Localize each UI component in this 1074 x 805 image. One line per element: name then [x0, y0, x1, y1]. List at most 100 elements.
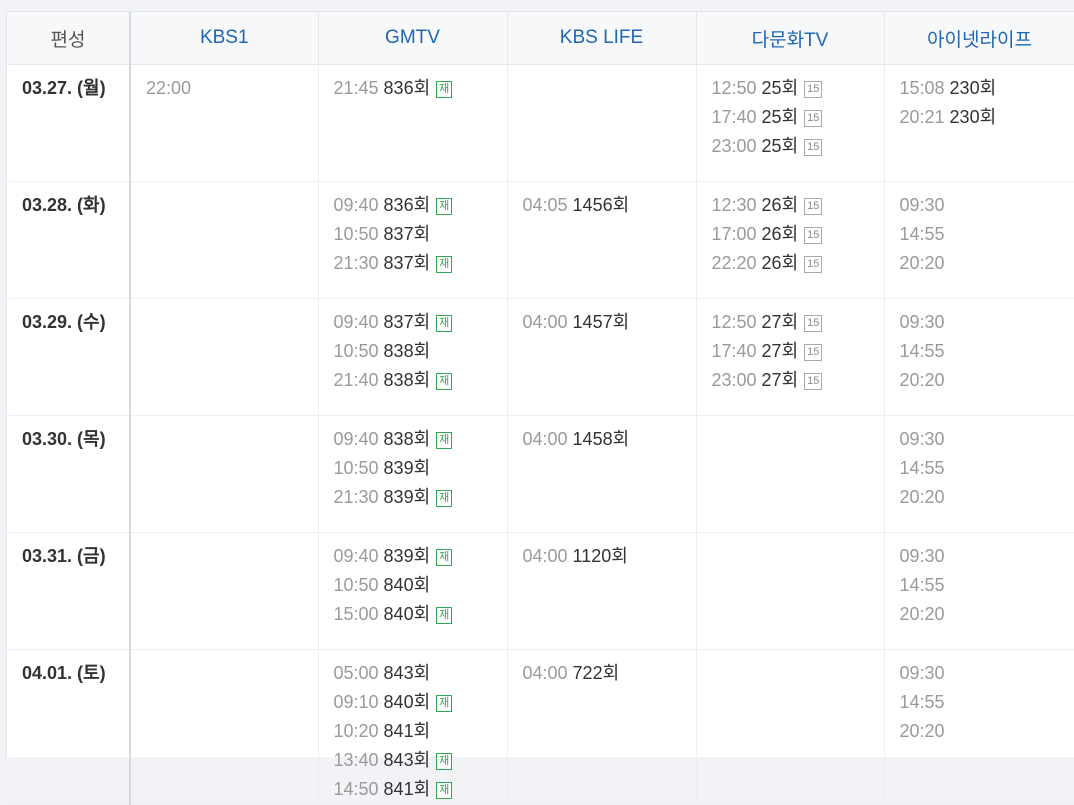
airing-entry[interactable]: 09:30: [900, 542, 1074, 571]
airing-entry[interactable]: 23:0025회15: [712, 132, 884, 161]
airing-entry[interactable]: 20:21230회: [900, 103, 1074, 132]
airing-entry[interactable]: 12:3026회15: [712, 191, 884, 220]
episode-number: 840회: [384, 692, 431, 712]
episode-number: 840회: [384, 604, 431, 624]
airing-entry[interactable]: 09:40837회재: [334, 308, 507, 337]
air-time: 14:50: [334, 779, 379, 799]
age-rating-badge: 15: [804, 256, 822, 273]
airing-entry[interactable]: 15:00840회재: [334, 600, 507, 629]
table-row: 03.27. (월) 22:00 21:45836회재 12:5025회1517:40…: [7, 65, 1074, 182]
airing-entry[interactable]: 10:50839회: [334, 454, 507, 483]
channel-header-kbs1[interactable]: KBS1: [130, 12, 318, 65]
schedule-cell: 09:30 14:55 20:20: [884, 650, 1074, 805]
airing-entry[interactable]: 22:00: [146, 74, 318, 103]
air-time: 09:10: [334, 692, 379, 712]
air-time: 12:30: [712, 195, 757, 215]
airing-entry[interactable]: 10:20841회: [334, 717, 507, 746]
airing-entry[interactable]: 09:30: [900, 425, 1074, 454]
airing-entry[interactable]: 09:40838회재: [334, 425, 507, 454]
airing-entry[interactable]: 04:001120회: [523, 542, 696, 571]
airing-entry[interactable]: 21:40838회 재: [334, 366, 507, 395]
channel-header-gmtv[interactable]: GMTV: [318, 12, 507, 65]
table-row: 03.30. (목)09:40838회재10:50839회21:30839회재0…: [7, 416, 1074, 533]
airing-entry[interactable]: 12:5027회15: [712, 308, 884, 337]
airing-entry[interactable]: 14:55: [900, 337, 1074, 366]
channel-header-multicultural-tv[interactable]: 다문화TV: [696, 12, 884, 65]
airing-entry[interactable]: 14:55: [900, 571, 1074, 600]
airing-entry[interactable]: 04:001458회: [523, 425, 696, 454]
airing-entry[interactable]: 09:30: [900, 191, 1074, 220]
airing-entry[interactable]: 09:30: [900, 659, 1074, 688]
airing-entry[interactable]: 20:20: [900, 483, 1074, 512]
schedule-cell: 04:001457회: [507, 299, 696, 416]
airing-entry[interactable]: 22:2026회15: [712, 249, 884, 278]
airing-entry[interactable]: 05:00843회: [334, 659, 507, 688]
episode-number: 839회: [384, 546, 431, 566]
airing-entry[interactable]: 20:20: [900, 600, 1074, 629]
schedule-cell: 12:3026회1517:0026회1522:2026회15: [696, 182, 884, 299]
airing-entry[interactable]: 14:55: [900, 454, 1074, 483]
airing-entry[interactable]: 04:051456회: [523, 191, 696, 220]
airing-entry[interactable]: 14:55: [900, 220, 1074, 249]
airing-entry[interactable]: 04:001457회: [523, 308, 696, 337]
episode-number: 722회: [573, 663, 620, 683]
table-row: 03.28. (화)09:40836회재10:50837회21:30837회재0…: [7, 182, 1074, 299]
rerun-badge: 재: [436, 315, 452, 332]
episode-number: 27회: [762, 312, 799, 332]
air-time: 04:00: [523, 546, 568, 566]
table-row: 04.01. (토)05:00843회09:10840회재10:20841회13…: [7, 650, 1074, 805]
airing-entry[interactable]: 23:0027회15: [712, 366, 884, 395]
airing-entry[interactable]: 10:50838회: [334, 337, 507, 366]
air-time: 14:55: [900, 575, 945, 595]
air-time: 20:20: [900, 721, 945, 741]
airing-entry[interactable]: 09:30: [900, 308, 1074, 337]
channel-header-kbs-life[interactable]: KBS LIFE: [507, 12, 696, 65]
airing-entry[interactable]: 17:4027회15: [712, 337, 884, 366]
airing-entry[interactable]: 15:08230회: [900, 74, 1074, 103]
episode-number: 841회: [384, 721, 431, 741]
airing-entry[interactable]: 09:40839회재: [334, 542, 507, 571]
date-cell: 03.30. (목): [7, 416, 130, 533]
rerun-badge: 재: [436, 256, 452, 273]
date-cell: 03.31. (금): [7, 533, 130, 650]
air-time: 21:45: [334, 78, 379, 98]
schedule-cell: [507, 65, 696, 182]
airing-entry[interactable]: 21:45836회재: [334, 74, 507, 103]
airing-entry[interactable]: 13:40843회재: [334, 746, 507, 775]
airing-entry[interactable]: 09:40836회재: [334, 191, 507, 220]
episode-number: 836회: [384, 78, 431, 98]
airing-entry[interactable]: 20:20: [900, 249, 1074, 278]
episode-number: 25회: [762, 136, 799, 156]
episode-number: 230회: [950, 107, 997, 127]
rerun-badge: 재: [436, 695, 452, 712]
schedule-cell: 12:5025회1517:4025회1523:0025회15: [696, 65, 884, 182]
airing-entry[interactable]: 14:50841회재: [334, 775, 507, 804]
air-time: 09:30: [900, 663, 945, 683]
airing-entry[interactable]: 12:5025회15: [712, 74, 884, 103]
air-time: 09:40: [334, 195, 379, 215]
airing-entry[interactable]: 20:20: [900, 717, 1074, 746]
rerun-badge: 재: [436, 432, 452, 449]
airing-entry[interactable]: 17:4025회15: [712, 103, 884, 132]
header-row: 편성 KBS1 GMTV KBS LIFE 다문화TV 아이넷라이프: [7, 12, 1074, 65]
episode-number: 838회: [384, 370, 431, 390]
air-time: 10:20: [334, 721, 379, 741]
age-rating-badge: 15: [804, 373, 822, 390]
airing-entry[interactable]: 04:00722회: [523, 659, 696, 688]
channel-header-inet-life[interactable]: 아이넷라이프: [884, 12, 1074, 65]
episode-number: 838회: [384, 429, 431, 449]
airing-entry[interactable]: 09:10840회 재: [334, 688, 507, 717]
airing-entry[interactable]: 14:55: [900, 688, 1074, 717]
airing-entry[interactable]: 10:50837회: [334, 220, 507, 249]
rerun-badge: 재: [436, 373, 452, 390]
airing-entry[interactable]: 10:50840회: [334, 571, 507, 600]
airing-entry[interactable]: 20:20: [900, 366, 1074, 395]
air-time: 23:00: [712, 370, 757, 390]
air-time: 15:08: [900, 78, 945, 98]
airing-entry[interactable]: 17:0026회15: [712, 220, 884, 249]
air-time: 21:40: [334, 370, 379, 390]
schedule-cell: 04:00722회: [507, 650, 696, 805]
date-cell: 03.27. (월): [7, 65, 130, 182]
airing-entry[interactable]: 21:30837회재: [334, 249, 507, 278]
airing-entry[interactable]: 21:30839회재: [334, 483, 507, 512]
